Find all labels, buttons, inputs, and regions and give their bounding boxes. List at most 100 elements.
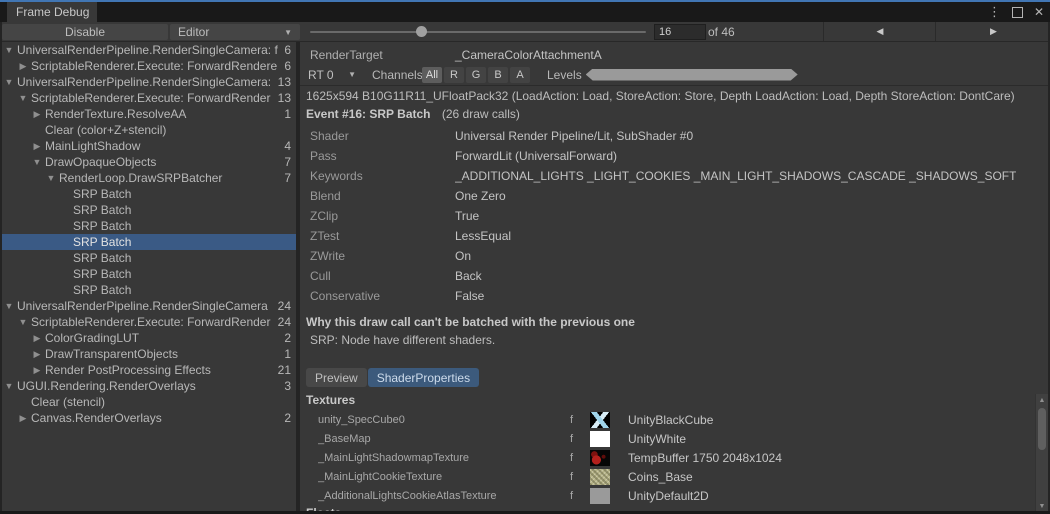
event-number-input[interactable]	[654, 24, 706, 40]
tree-item[interactable]: ScriptableRenderer.Execute: ForwardRende…	[0, 314, 296, 330]
tree-item[interactable]: ScriptableRenderer.Execute: ForwardRende…	[0, 58, 296, 74]
texture-row[interactable]: _BaseMap f UnityWhite	[300, 429, 1035, 448]
texture-thumbnail-default2d[interactable]	[590, 488, 610, 504]
scrollbar-thumb[interactable]	[1038, 408, 1046, 450]
foldout-collapsed-icon[interactable]	[31, 349, 43, 360]
rt-dropdown-label: RT 0	[308, 68, 334, 82]
tree-item-label: SRP Batch	[73, 283, 285, 297]
foldout-collapsed-icon[interactable]	[31, 333, 43, 344]
texture-row[interactable]: _AdditionalLightsCookieAtlasTexture f Un…	[300, 486, 1035, 505]
tree-item[interactable]: ColorGradingLUT2	[0, 330, 296, 346]
scroll-up-icon[interactable]: ▲	[1036, 395, 1048, 407]
channel-g-button[interactable]: G	[466, 67, 486, 83]
tree-item[interactable]: UniversalRenderPipeline.RenderSingleCame…	[0, 42, 296, 58]
foldout-collapsed-icon[interactable]	[31, 365, 43, 376]
render-target-value: _CameraColorAttachmentA	[455, 48, 602, 62]
foldout-expanded-icon[interactable]	[31, 157, 43, 167]
property-label: Blend	[310, 189, 455, 203]
close-icon[interactable]: ✕	[1034, 2, 1044, 22]
texture-row[interactable]: _MainLightCookieTexture f Coins_Base	[300, 467, 1035, 486]
window-tab[interactable]: Frame Debug	[7, 2, 97, 22]
texture-flag: f	[570, 490, 590, 502]
rt-dropdown[interactable]: RT 0 ▼	[304, 68, 360, 82]
foldout-expanded-icon[interactable]	[17, 317, 29, 327]
texture-row[interactable]: unity_SpecCube0 f UnityBlackCube	[300, 410, 1035, 429]
tree-item[interactable]: RenderTexture.ResolveAA1	[0, 106, 296, 122]
foldout-expanded-icon[interactable]	[3, 301, 15, 311]
tree-item-label: Canvas.RenderOverlays	[31, 411, 278, 425]
texture-thumbnail-coins[interactable]	[590, 469, 610, 485]
tree-item-label: RenderTexture.ResolveAA	[45, 107, 278, 121]
target-dropdown-label: Editor	[178, 25, 209, 39]
texture-thumbnail-blackcube[interactable]	[590, 412, 610, 428]
properties-scrollbar[interactable]: ▲ ▼	[1035, 394, 1048, 514]
foldout-expanded-icon[interactable]	[3, 45, 15, 55]
texture-row[interactable]: _MainLightShadowmapTexture f TempBuffer …	[300, 448, 1035, 467]
texture-asset-name: UnityDefault2D	[628, 489, 709, 503]
tree-item[interactable]: Render PostProcessing Effects21	[0, 362, 296, 378]
tree-item[interactable]: SRP Batch	[0, 186, 296, 202]
tree-item[interactable]: DrawTransparentObjects 1	[0, 346, 296, 362]
tab-preview[interactable]: Preview	[306, 368, 367, 387]
channel-all-button[interactable]: All	[422, 67, 442, 83]
tree-item[interactable]: Clear (color+Z+stencil)	[0, 122, 296, 138]
draw-count: 6	[284, 59, 291, 73]
channel-button-label: All	[426, 69, 438, 81]
draw-count: 6	[284, 43, 291, 57]
event-slider-track[interactable]	[310, 31, 646, 33]
channels-label: Channels	[372, 68, 420, 82]
foldout-collapsed-icon[interactable]	[17, 61, 29, 72]
property-label: ZClip	[310, 209, 455, 223]
texture-thumbnail-shadowmap[interactable]	[590, 450, 610, 466]
left-arrow-icon: ◀	[877, 26, 884, 37]
tree-item-selected[interactable]: SRP Batch	[0, 234, 296, 250]
property-row: ZTestLessEqual	[300, 226, 1050, 246]
levels-range-slider[interactable]	[586, 69, 798, 81]
tree-item[interactable]: Canvas.RenderOverlays2	[0, 410, 296, 426]
event-draw-calls: (26 draw calls)	[442, 107, 520, 121]
tree-item[interactable]: Clear (stencil)	[0, 394, 296, 410]
tree-item-label: DrawTransparentObjects	[45, 347, 278, 361]
foldout-expanded-icon[interactable]	[17, 93, 29, 103]
foldout-expanded-icon[interactable]	[3, 381, 15, 391]
draw-count: 3	[284, 379, 291, 393]
tab-shader-properties[interactable]: ShaderProperties	[368, 368, 479, 387]
channel-a-button[interactable]: A	[510, 67, 530, 83]
chevron-down-icon: ▼	[284, 28, 292, 37]
tree-item[interactable]: SRP Batch	[0, 266, 296, 282]
tree-item[interactable]: SRP Batch	[0, 282, 296, 298]
tree-item[interactable]: SRP Batch	[0, 202, 296, 218]
foldout-expanded-icon[interactable]	[45, 173, 57, 183]
tree-item[interactable]: MainLightShadow4	[0, 138, 296, 154]
target-dropdown[interactable]: Editor ▼	[170, 24, 300, 40]
tree-item[interactable]: UniversalRenderPipeline.RenderSingleCame…	[0, 74, 296, 90]
tree-item[interactable]: ScriptableRenderer.Execute: ForwardRende…	[0, 90, 296, 106]
texture-thumbnail-white[interactable]	[590, 431, 610, 447]
next-event-button[interactable]: ▶	[935, 22, 1050, 41]
event-slider-handle[interactable]	[416, 26, 427, 37]
property-label: ZTest	[310, 229, 455, 243]
disable-button[interactable]: Disable	[2, 24, 168, 40]
foldout-collapsed-icon[interactable]	[31, 141, 43, 152]
tree-item-label: ScriptableRenderer.Execute: ForwardRende…	[31, 91, 272, 105]
tree-item[interactable]: SRP Batch	[0, 250, 296, 266]
tree-item-label: SRP Batch	[73, 267, 285, 281]
foldout-collapsed-icon[interactable]	[17, 413, 29, 424]
tree-item[interactable]: UGUI.Rendering.RenderOverlays3	[0, 378, 296, 394]
draw-count: 1	[284, 347, 291, 361]
prev-event-button[interactable]: ◀	[823, 22, 936, 41]
channel-b-button[interactable]: B	[488, 67, 508, 83]
title-bar: Frame Debug ⋮ ✕	[0, 0, 1050, 22]
menu-kebab-icon[interactable]: ⋮	[988, 2, 1001, 22]
tree-item[interactable]: SRP Batch	[0, 218, 296, 234]
tree-item[interactable]: RenderLoop.DrawSRPBatcher7	[0, 170, 296, 186]
maximize-icon[interactable]	[1012, 7, 1023, 18]
tree-item[interactable]: UniversalRenderPipeline.RenderSingleCame…	[0, 298, 296, 314]
foldout-collapsed-icon[interactable]	[31, 109, 43, 120]
foldout-expanded-icon[interactable]	[3, 77, 15, 87]
property-row: Keywords_ADDITIONAL_LIGHTS _LIGHT_COOKIE…	[300, 166, 1050, 186]
tree-item[interactable]: DrawOpaqueObjects7	[0, 154, 296, 170]
texture-flag: f	[570, 433, 590, 445]
texture-property-name: _MainLightShadowmapTexture	[318, 452, 570, 464]
channel-r-button[interactable]: R	[444, 67, 464, 83]
